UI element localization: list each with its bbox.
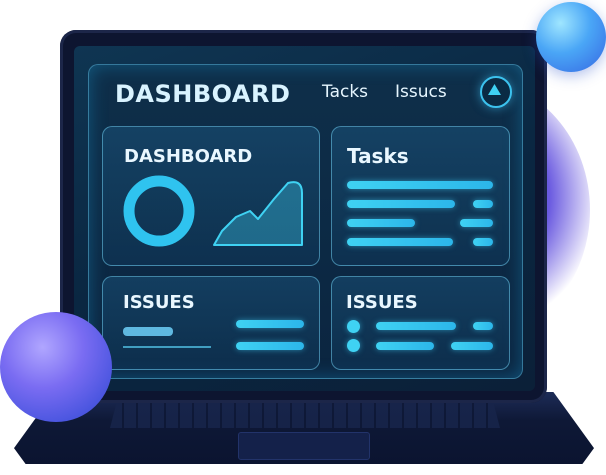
donut-chart-icon: [123, 175, 195, 247]
nav-link-tasks[interactable]: Tacks: [322, 82, 368, 102]
scroll-up-button[interactable]: [480, 76, 512, 108]
dashboard-charts: [123, 175, 303, 247]
issue-bar: [123, 327, 173, 336]
triangle-up-icon: [488, 84, 501, 95]
decorative-orb-top: [536, 2, 606, 72]
task-bar: [347, 200, 455, 208]
issue-status-dot: [347, 320, 360, 333]
task-bar: [347, 219, 415, 227]
tasks-card-title: Tasks: [347, 144, 409, 168]
dashboard-card-title: DASHBOARD: [124, 146, 253, 167]
issue-bar-short: [473, 322, 493, 330]
issue-bar: [236, 342, 304, 350]
issue-bar: [376, 342, 434, 350]
issue-bar-short: [451, 342, 493, 350]
issue-status-dot: [347, 339, 360, 352]
decorative-orb-bottom: [0, 312, 112, 422]
laptop-touchpad: [238, 432, 370, 460]
issues-card-right-title: ISSUES: [346, 292, 418, 313]
task-bar-short: [473, 200, 493, 208]
issue-divider: [123, 346, 211, 348]
page-title: DASHBOARD: [115, 80, 291, 108]
issues-card-left-title: ISSUES: [123, 292, 195, 313]
issue-bar: [376, 322, 456, 330]
task-bar: [347, 238, 453, 246]
task-bar-short: [460, 219, 493, 227]
issue-bar: [236, 320, 304, 328]
area-chart-icon: [213, 181, 303, 246]
nav-link-issues[interactable]: Issucs: [395, 82, 447, 102]
task-bar: [347, 181, 493, 189]
task-bar-short: [473, 238, 493, 246]
